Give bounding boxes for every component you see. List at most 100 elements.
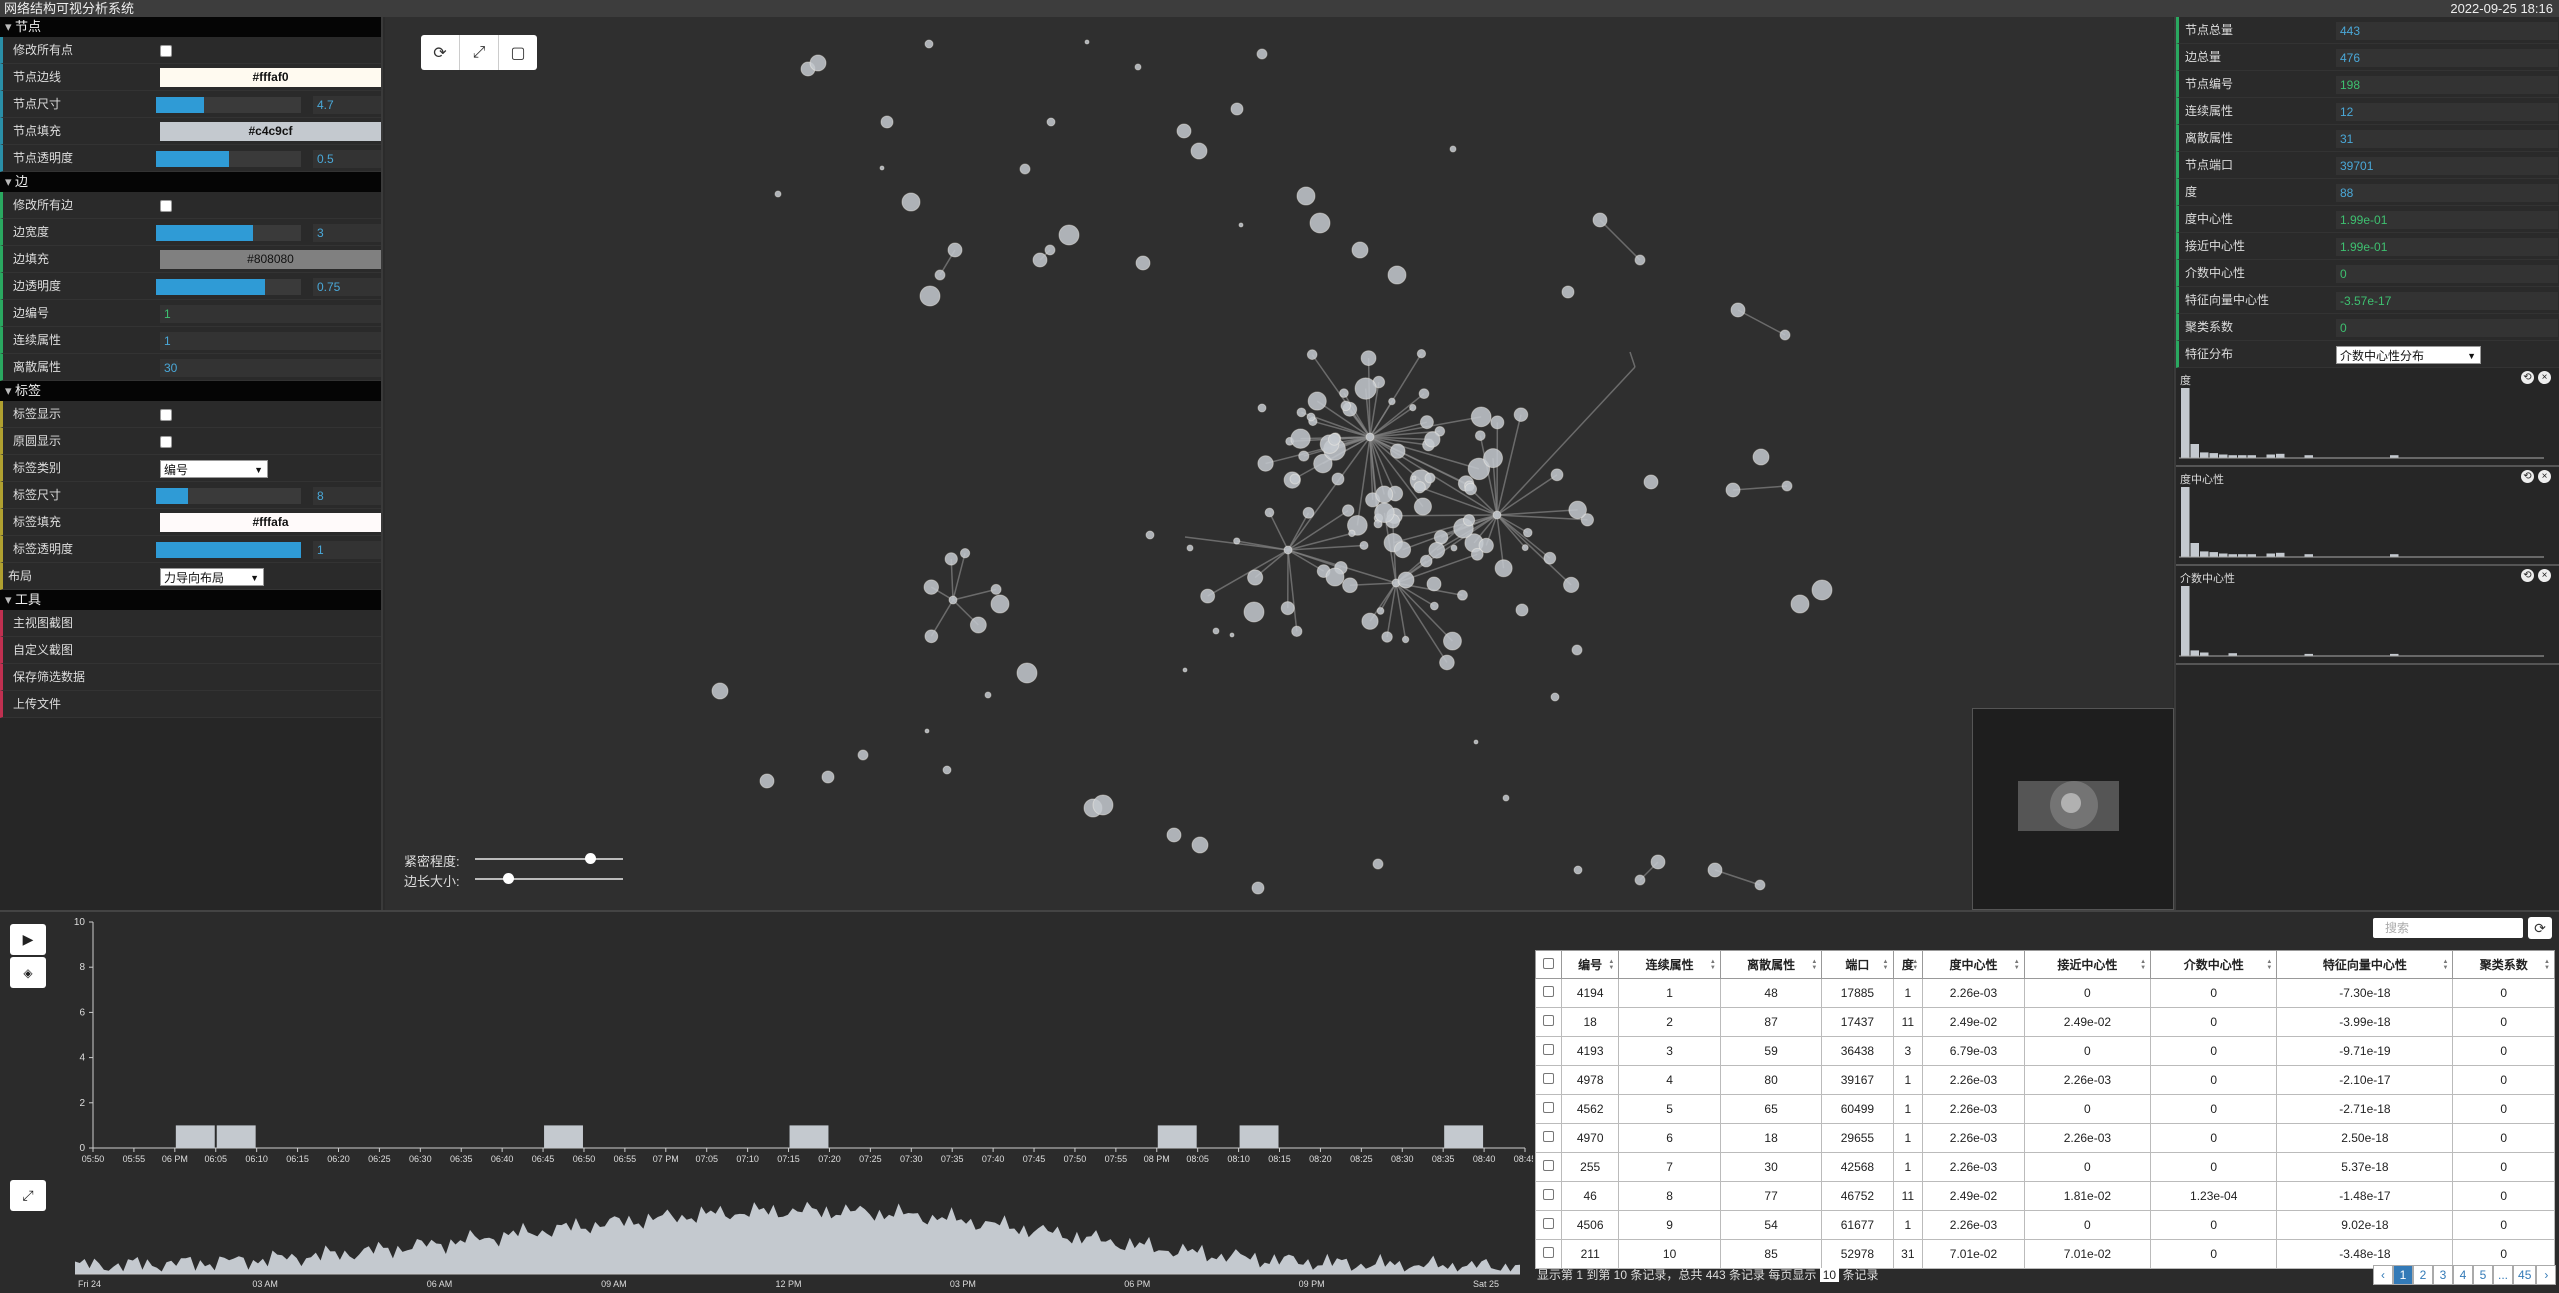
graph-node[interactable] <box>1281 602 1294 615</box>
graph-node[interactable] <box>1375 503 1395 523</box>
graph-node[interactable] <box>1297 187 1315 205</box>
graph-node[interactable] <box>1244 602 1264 622</box>
histogram-bar[interactable] <box>2267 455 2276 459</box>
column-header[interactable]: 特征向量中心性▲▼ <box>2277 951 2453 979</box>
graph-node[interactable] <box>1731 303 1745 317</box>
page-button[interactable]: ... <box>2493 1265 2513 1285</box>
timeline-bar[interactable] <box>217 1125 256 1148</box>
layout-select[interactable]: 力导向布局▼ <box>160 568 264 586</box>
table-row[interactable]: 49784803916712.26e-032.26e-030-2.10e-170 <box>1536 1066 2555 1095</box>
table-row[interactable]: 4687746752112.49e-021.81e-021.23e-04-1.4… <box>1536 1182 2555 1211</box>
graph-node[interactable] <box>1471 548 1483 560</box>
row-checkbox[interactable] <box>1543 1189 1554 1200</box>
graph-node[interactable] <box>1708 863 1722 877</box>
graph-node[interactable] <box>1047 118 1055 126</box>
graph-node[interactable] <box>1791 595 1809 613</box>
histogram-bar[interactable] <box>2191 650 2200 656</box>
graph-node[interactable] <box>1651 855 1665 869</box>
page-button[interactable]: 3 <box>2433 1265 2453 1285</box>
graph-node[interactable] <box>1414 498 1431 515</box>
graph-node[interactable] <box>1420 555 1432 567</box>
histogram-bar[interactable] <box>2191 444 2200 458</box>
graph-node[interactable] <box>1135 64 1141 70</box>
graph-node[interactable] <box>1146 531 1154 539</box>
graph-node[interactable] <box>1503 795 1509 801</box>
graph-node[interactable] <box>1183 668 1187 672</box>
table-row[interactable]: 41933593643836.79e-0300-9.71e-190 <box>1536 1037 2555 1066</box>
graph-node[interactable] <box>1248 570 1263 585</box>
row-checkbox[interactable] <box>1543 1160 1554 1171</box>
edge-length-slider-handle[interactable] <box>503 873 514 884</box>
section-label[interactable]: ▾标签 <box>0 381 381 401</box>
graph-node[interactable] <box>1341 401 1351 411</box>
histogram-bar[interactable] <box>2181 388 2190 458</box>
histogram-bar[interactable] <box>2219 455 2228 459</box>
graph-node[interactable] <box>1389 398 1396 405</box>
section-tools[interactable]: ▾工具 <box>0 590 381 610</box>
graph-node[interactable] <box>775 191 781 197</box>
sort-icon[interactable]: ▲▼ <box>2442 959 2448 971</box>
refresh-icon[interactable]: ⟳ <box>2528 917 2552 939</box>
histogram-bar[interactable] <box>2200 452 2209 458</box>
graph-node[interactable] <box>1544 552 1556 564</box>
column-header[interactable]: 端口▲▼ <box>1822 951 1893 979</box>
graph-node[interactable] <box>1414 481 1425 492</box>
label-fill-color-input[interactable]: #fffafa <box>160 513 381 532</box>
graph-node[interactable] <box>858 750 868 760</box>
graph-node[interactable] <box>1343 578 1358 593</box>
row-checkbox[interactable] <box>1543 1073 1554 1084</box>
distribution-select[interactable]: 介数中心性分布▼ <box>2336 346 2481 364</box>
graph-minimap[interactable] <box>1972 708 2174 910</box>
graph-node[interactable] <box>1390 444 1405 459</box>
tool-save-filtered[interactable]: 保存筛选数据 <box>0 664 381 691</box>
header-select[interactable] <box>1536 951 1562 979</box>
graph-node[interactable] <box>1093 795 1113 815</box>
graph-node[interactable] <box>1644 475 1658 489</box>
label-opacity-slider[interactable] <box>156 542 301 558</box>
graph-node[interactable] <box>1136 256 1150 270</box>
graph-node[interactable] <box>1514 408 1528 422</box>
graph-node[interactable] <box>1230 633 1234 637</box>
graph-node[interactable] <box>1376 486 1393 503</box>
graph-node[interactable] <box>1292 626 1302 636</box>
graph-node[interactable] <box>902 193 920 211</box>
row-checkbox[interactable] <box>1543 1218 1554 1229</box>
graph-node[interactable] <box>1753 449 1769 465</box>
label-circle-checkbox[interactable] <box>160 436 172 448</box>
table-row[interactable]: 2557304256812.26e-03005.37e-180 <box>1536 1153 2555 1182</box>
label-size-slider[interactable] <box>156 488 301 504</box>
edge-opacity-slider[interactable] <box>156 279 301 295</box>
column-header[interactable]: 介数中心性▲▼ <box>2151 951 2277 979</box>
graph-node[interactable] <box>920 286 940 306</box>
graph-node[interactable] <box>1252 882 1264 894</box>
graph-node[interactable] <box>1310 213 1330 233</box>
graph-node[interactable] <box>1495 560 1512 577</box>
graph-node[interactable] <box>1782 481 1792 491</box>
graph-node[interactable] <box>1425 432 1440 447</box>
graph-node[interactable] <box>712 683 728 699</box>
graph-node[interactable] <box>1471 407 1491 427</box>
edge-discrete-input[interactable]: 30 <box>160 359 381 377</box>
histogram-bar[interactable] <box>2276 553 2285 557</box>
graph-node[interactable] <box>1410 404 1416 410</box>
graph-node[interactable] <box>1213 628 1219 634</box>
node-size-slider[interactable] <box>156 97 301 113</box>
graph-node[interactable] <box>924 580 939 595</box>
graph-node[interactable] <box>1522 545 1528 551</box>
graph-node[interactable] <box>1192 837 1208 853</box>
graph-node[interactable] <box>1258 456 1273 471</box>
graph-node[interactable] <box>1284 546 1292 554</box>
sort-icon[interactable]: ▲▼ <box>1912 959 1918 971</box>
graph-node[interactable] <box>1085 40 1089 44</box>
column-header[interactable]: 离散属性▲▼ <box>1720 951 1821 979</box>
refresh-icon[interactable]: ⟳ <box>421 35 460 70</box>
graph-node[interactable] <box>1635 255 1645 265</box>
graph-node[interactable] <box>925 40 933 48</box>
graph-node[interactable] <box>1569 501 1587 519</box>
sort-icon[interactable]: ▲▼ <box>1710 959 1716 971</box>
graph-node[interactable] <box>1258 404 1266 412</box>
histogram-bar[interactable] <box>2200 551 2209 557</box>
graph-node[interactable] <box>925 630 938 643</box>
graph-node[interactable] <box>1231 103 1243 115</box>
page-button[interactable]: 4 <box>2453 1265 2473 1285</box>
